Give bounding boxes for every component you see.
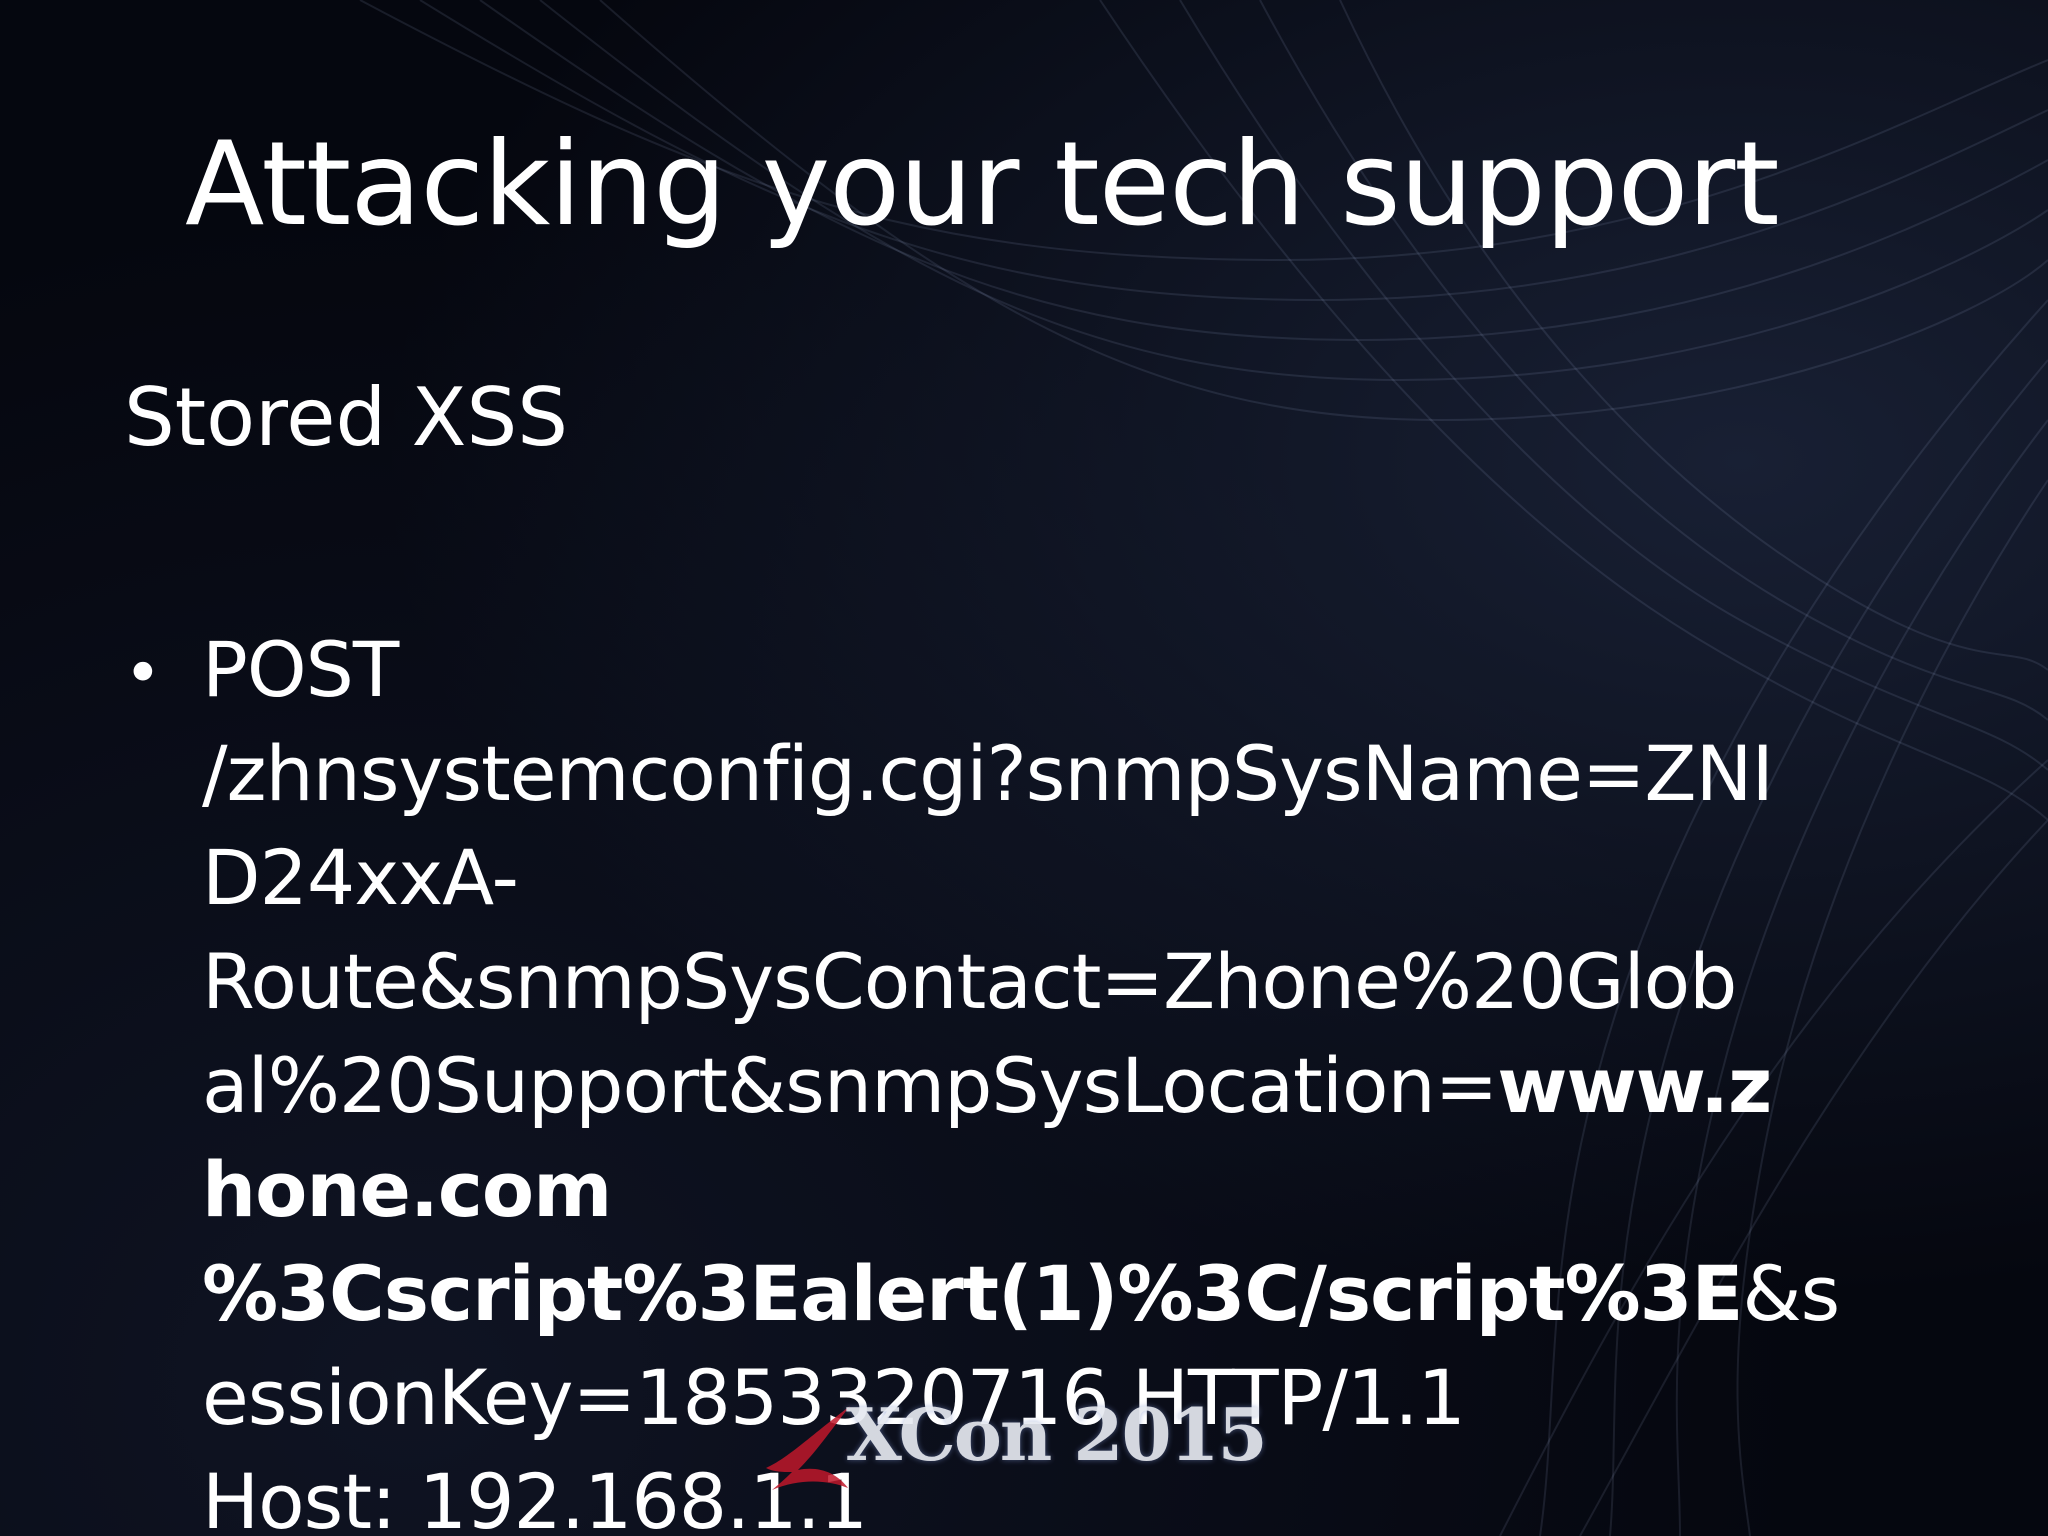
xcon-logo: XCon 2015 xyxy=(758,1392,1268,1510)
bullet-line: /zhnsystemconfig.cgi?snmpSysName=ZNI xyxy=(202,729,1774,818)
slide-subtitle: Stored XSS xyxy=(124,371,569,464)
bullet-line-bold: www.z xyxy=(1497,1041,1772,1130)
bullet-line: al%20Support&snmpSysLocation=www.z xyxy=(202,1034,1962,1138)
bullet-line: D24xxA- xyxy=(202,833,519,922)
xcon-logo-mark xyxy=(766,1406,850,1490)
xcon-logo-text: XCon 2015 xyxy=(846,1392,1268,1477)
slide: Attacking your tech support Stored XSS •… xyxy=(0,0,2048,1536)
bullet-line-text: &s xyxy=(1742,1249,1840,1338)
bullet-marker: • xyxy=(124,637,162,711)
bullet-line-bold: %3Cscript%3Ealert(1)%3C/script%3E xyxy=(202,1249,1743,1338)
bullet-line: %3Cscript%3Ealert(1)%3C/script%3E&s xyxy=(202,1242,1962,1346)
bullet-line-bold: hone.com xyxy=(202,1145,612,1234)
bullet-line: Route&snmpSysContact=Zhone%20Glob xyxy=(202,937,1737,1026)
slide-title: Attacking your tech support xyxy=(185,117,1780,252)
bullet-line-text: al%20Support&snmpSysLocation= xyxy=(202,1041,1498,1130)
bullet-line: POST xyxy=(202,625,399,714)
